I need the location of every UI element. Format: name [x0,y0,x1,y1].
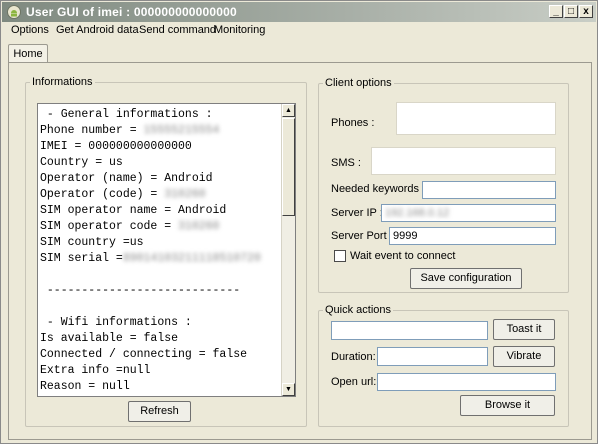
informations-text: - General informations : Phone number = 1… [40,107,280,395]
redacted-sim-operator-code: 310260 [178,220,220,233]
redacted-phone: 15555215554 [143,124,220,137]
duration-input[interactable] [377,347,488,366]
browse-it-button[interactable]: Browse it [460,395,555,416]
redacted-sim-serial: 89014103211118510720 [122,252,261,265]
informations-textarea[interactable]: - General informations : Phone number = 1… [37,103,296,397]
save-configuration-button[interactable]: Save configuration [410,268,522,289]
needed-keywords-label: Needed keywords : [331,183,426,195]
informations-group-label: Informations [30,75,95,89]
maximize-button[interactable]: □ [564,5,578,18]
open-url-label: Open url: [331,376,377,388]
open-url-input[interactable] [377,373,556,391]
window-title: User GUI of imei : 000000000000000 [26,5,237,19]
server-ip-input[interactable]: 192.168.0.12 [381,204,556,222]
info-line: SIM serial =89014103211118510720 [40,252,261,265]
tab-home[interactable]: Home [8,44,48,63]
info-line: ​ [40,267,280,283]
phones-field[interactable] [396,102,556,135]
info-line: - General informations : [40,108,213,121]
main-window: User GUI of imei : 000000000000000 _ □ x… [0,0,598,444]
server-port-input[interactable]: 9999 [389,227,556,245]
phones-label: Phones : [331,117,375,129]
quick-actions-group-label: Quick actions [323,303,394,317]
menu-get-android-data[interactable]: Get Android data [56,24,139,36]
server-ip-label: Server IP : [331,207,383,219]
wait-event-label: Wait event to connect [350,250,456,262]
scroll-thumb[interactable] [282,118,295,216]
scroll-up-arrow-icon[interactable]: ▲ [282,104,295,117]
server-port-label: Server Port : [331,230,393,242]
refresh-button[interactable]: Refresh [128,401,191,422]
redacted-server-ip: 192.168.0.12 [385,207,450,219]
needed-keywords-input[interactable] [422,181,556,199]
info-line: Reason = null [40,380,130,393]
wait-event-checkbox[interactable] [334,250,346,262]
info-line: ​ [40,299,280,315]
info-line: Operator (name) = Android [40,172,213,185]
info-line: Extra info =null [40,364,151,377]
info-line: Operator (code) = 310260 [40,188,206,201]
info-line: Connected / connecting = false [40,348,248,361]
info-line: Phone number = 15555215554 [40,124,220,137]
info-line: Is available = false [40,332,179,345]
toast-it-button[interactable]: Toast it [493,319,555,340]
android-app-icon [7,5,21,19]
duration-label: Duration: [331,351,376,363]
info-line: Country = us [40,156,123,169]
client-options-group-label: Client options [323,76,394,90]
toast-message-input[interactable] [331,321,488,340]
info-line: SIM operator name = Android [40,204,227,217]
title-bar[interactable]: User GUI of imei : 000000000000000 _ □ x [2,2,596,22]
redacted-operator-code: 310260 [164,188,206,201]
info-line: - Wifi informations : [40,316,192,329]
info-line: SIM operator code = 310260 [40,220,220,233]
vibrate-button[interactable]: Vibrate [493,346,555,367]
menu-options[interactable]: Options [11,24,49,36]
info-line: IMEI = 000000000000000 [40,140,192,153]
info-line: SIM country =us [40,236,144,249]
menu-send-command[interactable]: Send command [139,24,216,36]
menu-monitoring[interactable]: Monitoring [214,24,265,36]
scroll-down-arrow-icon[interactable]: ▼ [282,383,295,396]
menu-bar: Options Get Android data Send command Mo… [2,22,596,40]
sms-label: SMS : [331,157,361,169]
info-separator: ---------------------------- [40,284,241,297]
sms-field[interactable] [371,147,556,175]
minimize-button[interactable]: _ [549,5,563,18]
close-button[interactable]: x [579,5,593,18]
informations-scrollbar[interactable]: ▲ ▼ [281,104,295,396]
